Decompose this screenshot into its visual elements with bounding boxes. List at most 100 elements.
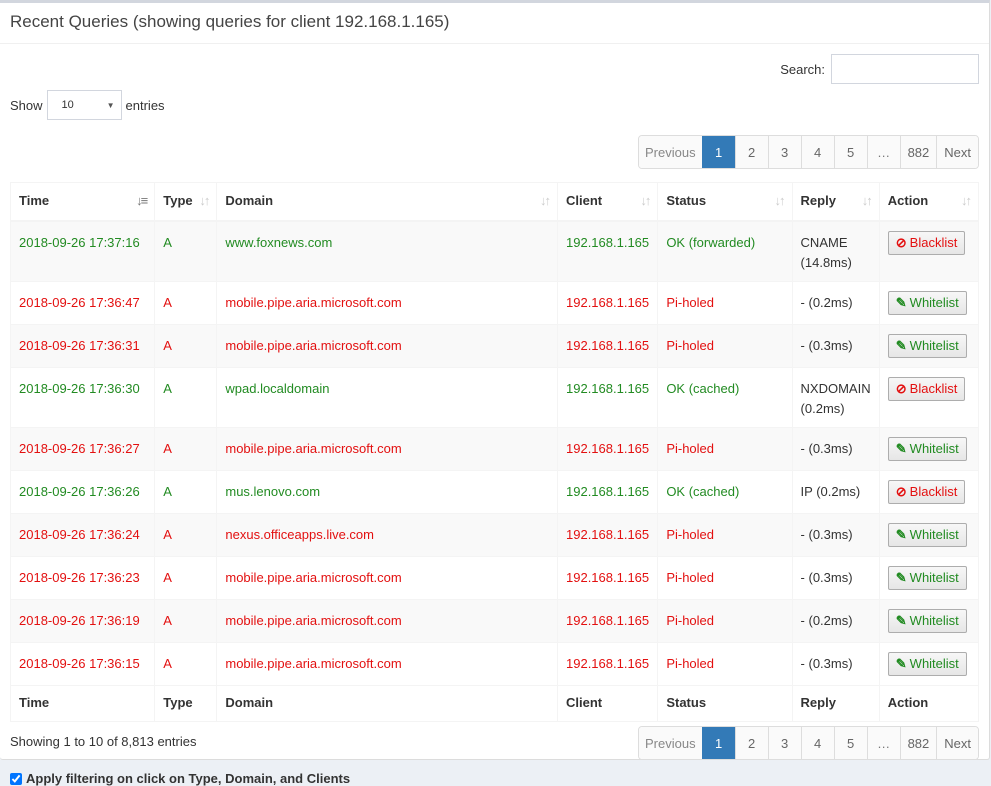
reply-line: - (0.3ms) [800, 440, 853, 456]
page-button-1[interactable]: 1 [701, 727, 735, 759]
previous-page-button[interactable]: Previous [638, 136, 702, 168]
column-footer-time: Time [9, 684, 156, 722]
query-client[interactable]: 192.168.1.165 [556, 280, 659, 325]
query-domain[interactable]: www.foxnews.com [216, 220, 558, 282]
entries-per-page-select[interactable]: 10 ▼ [46, 90, 122, 120]
sort-amount-desc-icon[interactable]: ↓≡ [136, 193, 148, 208]
table-row: 2018-09-26 17:36:23 Amobile.pipe.aria.mic… [9, 555, 980, 600]
page-button-882[interactable]: 882 [899, 727, 937, 759]
column-header-reply[interactable]: Reply ↓↑ [791, 182, 880, 222]
query-client[interactable]: 192.168.1.165 [556, 512, 659, 557]
pagination-ellipsis: … [866, 136, 900, 168]
whitelist-button[interactable]: ✎ Whitelist [887, 565, 967, 590]
query-client[interactable]: 192.168.1.165 [556, 598, 659, 643]
page-button-1[interactable]: 1 [701, 136, 735, 168]
blacklist-button[interactable]: ⊘ Blacklist [887, 230, 966, 255]
column-header-type[interactable]: Type ↓↑ [154, 182, 218, 222]
filter-on-click-label: Apply filtering on click on Type, Domain… [26, 771, 351, 786]
filter-on-click-option[interactable]: Apply filtering on click on Type, Domain… [10, 771, 350, 786]
column-header-label: Time [19, 193, 50, 208]
query-client[interactable]: 192.168.1.165 [556, 641, 659, 686]
column-header-status[interactable]: Status ↓↑ [657, 182, 793, 222]
page-button-5[interactable]: 5 [833, 136, 867, 168]
table-row: 2018-09-26 17:36:15 Amobile.pipe.aria.mic… [9, 641, 980, 686]
query-domain[interactable]: mobile.pipe.aria.microsoft.com [216, 641, 558, 686]
whitelist-button[interactable]: ✎ Whitelist [887, 333, 967, 358]
ban-icon: ⊘ [895, 234, 907, 250]
column-header-domain[interactable]: Domain ↓↑ [216, 182, 558, 222]
sort-icon[interactable]: ↓↑ [540, 193, 551, 208]
page-button-2[interactable]: 2 [734, 727, 768, 759]
query-client[interactable]: 192.168.1.165 [556, 323, 659, 368]
query-status: Pi-holed [657, 598, 793, 643]
column-header-time[interactable]: Time ↓≡ [9, 182, 156, 222]
query-time: 2018-09-26 17:36:31 [9, 323, 156, 368]
sort-icon[interactable]: ↓↑ [775, 193, 786, 208]
page-button-882[interactable]: 882 [899, 136, 937, 168]
query-type[interactable]: A [154, 555, 218, 600]
column-header-client[interactable]: Client ↓↑ [556, 182, 659, 222]
query-type[interactable]: A [154, 280, 218, 325]
page-button-4[interactable]: 4 [800, 727, 834, 759]
sort-icon[interactable]: ↓↑ [199, 193, 210, 208]
table-row: 2018-09-26 17:36:26 Amus.lenovo.com 192.16… [9, 469, 980, 514]
query-reply: - (0.3ms) [791, 555, 880, 600]
sort-icon[interactable]: ↓↑ [862, 193, 873, 208]
query-domain[interactable]: mobile.pipe.aria.microsoft.com [216, 555, 558, 600]
query-type[interactable]: A [154, 220, 218, 282]
page-button-5[interactable]: 5 [833, 727, 867, 759]
query-domain[interactable]: nexus.officeapps.live.com [216, 512, 558, 557]
whitelist-button[interactable]: ✎ Whitelist [887, 651, 967, 676]
query-action: ✎ Whitelist [878, 555, 980, 600]
query-domain[interactable]: mus.lenovo.com [216, 469, 558, 514]
query-reply: - (0.3ms) [791, 641, 880, 686]
query-client[interactable]: 192.168.1.165 [556, 469, 659, 514]
reply-line: - (0.2ms) [800, 294, 853, 310]
sort-icon[interactable]: ↓↑ [961, 193, 972, 208]
query-type[interactable]: A [154, 598, 218, 643]
queries-table: Time ↓≡ Type ↓↑ Domain ↓↑ Client ↓↑ Status ↓↑ Repl… [9, 182, 980, 722]
page-button-3[interactable]: 3 [767, 136, 801, 168]
whitelist-button[interactable]: ✎ Whitelist [887, 608, 967, 633]
query-type[interactable]: A [154, 323, 218, 368]
filter-on-click-checkbox[interactable] [10, 772, 22, 785]
query-domain[interactable]: mobile.pipe.aria.microsoft.com [216, 323, 558, 368]
next-page-button[interactable]: Next [936, 727, 978, 759]
blacklist-button[interactable]: ⊘ Blacklist [887, 479, 966, 504]
whitelist-button[interactable]: ✎ Whitelist [887, 290, 967, 315]
query-time: 2018-09-26 17:37:16 [9, 220, 156, 282]
query-reply: - (0.3ms) [791, 323, 880, 368]
page-button-4[interactable]: 4 [800, 136, 834, 168]
query-type[interactable]: A [154, 426, 218, 471]
query-type[interactable]: A [154, 641, 218, 686]
query-client[interactable]: 192.168.1.165 [556, 426, 659, 471]
sort-icon[interactable]: ↓↑ [640, 193, 651, 208]
query-type[interactable]: A [154, 366, 218, 428]
query-client[interactable]: 192.168.1.165 [556, 366, 659, 428]
page-button-2[interactable]: 2 [734, 136, 768, 168]
query-domain[interactable]: mobile.pipe.aria.microsoft.com [216, 280, 558, 325]
box-header: Recent Queries (showing queries for clie… [0, 3, 989, 44]
query-type[interactable]: A [154, 469, 218, 514]
column-footer-reply: Reply [791, 684, 880, 722]
column-header-action[interactable]: Action ↓↑ [878, 182, 980, 222]
query-type[interactable]: A [154, 512, 218, 557]
column-header-label: Type [163, 193, 193, 208]
previous-page-button[interactable]: Previous [638, 727, 702, 759]
page-button-3[interactable]: 3 [767, 727, 801, 759]
column-header-label: Action [887, 193, 929, 208]
box-body: Search: Show 10 ▼ entries Previous 1 2 3 4 5…… [0, 44, 989, 786]
action-label: Whitelist [909, 294, 959, 310]
query-domain[interactable]: mobile.pipe.aria.microsoft.com [216, 598, 558, 643]
query-client[interactable]: 192.168.1.165 [556, 220, 659, 282]
query-domain[interactable]: wpad.localdomain [216, 366, 558, 428]
next-page-button[interactable]: Next [936, 136, 978, 168]
query-domain[interactable]: mobile.pipe.aria.microsoft.com [216, 426, 558, 471]
whitelist-button[interactable]: ✎ Whitelist [887, 522, 967, 547]
whitelist-button[interactable]: ✎ Whitelist [887, 436, 967, 461]
blacklist-button[interactable]: ⊘ Blacklist [887, 376, 966, 401]
table-row: 2018-09-26 17:36:31 Amobile.pipe.aria.mic… [9, 323, 980, 368]
query-reply: IP (0.2ms) [791, 469, 880, 514]
search-input[interactable] [831, 54, 979, 84]
query-client[interactable]: 192.168.1.165 [556, 555, 659, 600]
